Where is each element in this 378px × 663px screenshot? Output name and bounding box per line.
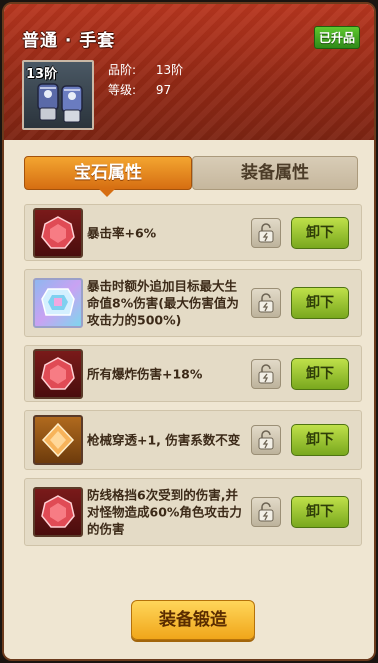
unload-button[interactable]: 卸下 [291,287,349,319]
gem-effect-text: 防线格挡6次受到的伤害,并对怪物造成60%角色攻击力的伤害 [87,487,242,537]
rainbow-gem-icon [33,278,83,328]
unload-button[interactable]: 卸下 [291,496,349,528]
item-thumbnail: 13阶 [22,60,94,130]
item-stats: 品阶: 13阶 等级: 97 [108,60,183,100]
stat-row-grade: 品阶: 13阶 [108,60,183,80]
gem-effect-text: 所有爆炸伤害+18% [87,366,203,381]
red-gem-icon [33,207,83,258]
lock-icon [258,363,274,383]
attribute-tabs: 宝石属性 装备属性 [24,156,358,197]
gem-effect-text: 暴击率+6% [87,225,157,240]
gem-effect-text: 枪械穿透+1, 伤害系数不变 [87,432,241,448]
unload-button[interactable]: 卸下 [291,357,349,390]
gauntlet-icon [37,83,83,123]
unload-button[interactable]: 卸下 [291,216,349,249]
lock-icon [258,293,274,313]
gem-slot: 枪械穿透+1, 伤害系数不变 卸下 [24,410,362,470]
orange-gem-icon [33,415,83,465]
stat-row-level: 等级: 97 [108,80,183,100]
gem-slot: 防线格挡6次受到的伤害,并对怪物造成60%角色攻击力的伤害 卸下 [24,478,362,546]
item-title: 普通 · 手套 [22,31,116,51]
lock-icon [258,430,274,450]
equipment-panel: 普通 · 手套 已升品 13阶 品阶: 13阶 等级: 97 宝石属性 装备属性… [2,2,376,661]
lock-button[interactable] [251,217,281,248]
item-header: 普通 · 手套 已升品 13阶 品阶: 13阶 等级: 97 [4,4,374,140]
stat-value: 97 [155,83,172,97]
lock-icon [258,502,274,522]
gem-slot: 暴击率+6% 卸下 [24,204,362,261]
red-gem-icon [33,487,83,537]
lock-button[interactable] [251,358,281,389]
lock-button[interactable] [251,288,281,318]
lock-button[interactable] [251,425,281,455]
item-level-label: 13阶 [26,67,58,82]
gem-slot: 所有爆炸伤害+18% 卸下 [24,345,362,402]
red-gem-icon [33,348,83,399]
lock-icon [258,222,274,242]
forge-equipment-button[interactable]: 装备锻造 [131,600,255,640]
tab-equipment-attributes[interactable]: 装备属性 [192,156,358,190]
lock-button[interactable] [251,497,281,527]
gem-list: 暴击率+6% 卸下 暴击时额外追加目标最大生命值8%伤害(最大伤害值为攻击力的5… [24,204,362,554]
gem-slot: 暴击时额外追加目标最大生命值8%伤害(最大伤害值为攻击力的500%) 卸下 [24,269,362,337]
stat-value: 13阶 [155,63,184,77]
gem-effect-text: 暴击时额外追加目标最大生命值8%伤害(最大伤害值为攻击力的500%) [87,278,239,328]
stat-label: 等级: [108,83,137,97]
stat-label: 品阶: [108,63,137,77]
unload-button[interactable]: 卸下 [291,424,349,456]
upgraded-badge: 已升品 [313,26,360,49]
tab-gem-attributes[interactable]: 宝石属性 [24,156,192,197]
